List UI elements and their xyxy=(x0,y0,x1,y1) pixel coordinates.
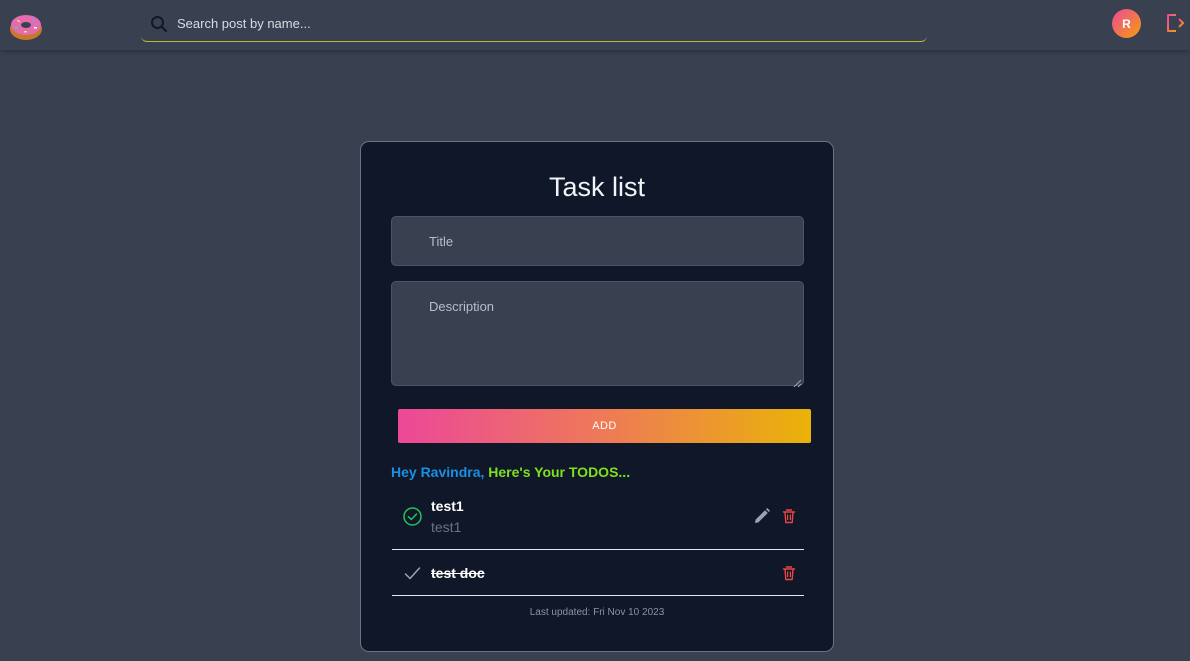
resize-grip-icon[interactable] xyxy=(793,375,802,388)
greeting: Hey Ravindra, Here's Your TODOS... xyxy=(391,464,630,480)
task-list-card: Task list ADD Hey Ravindra, Here's Your … xyxy=(360,141,834,652)
title-field[interactable] xyxy=(391,216,804,266)
check-icon[interactable] xyxy=(402,563,423,584)
greeting-name: Hey Ravindra, xyxy=(391,464,485,480)
top-navbar: R xyxy=(0,0,1190,50)
avatar[interactable]: R xyxy=(1112,9,1141,38)
search-icon xyxy=(150,15,168,33)
greeting-text: Here's Your TODOS... xyxy=(484,464,631,480)
description-field[interactable] xyxy=(391,281,804,386)
trash-icon[interactable] xyxy=(781,508,797,524)
todo-title: test doc xyxy=(431,565,485,581)
last-updated-text: Last updated: Fri Nov 10 2023 xyxy=(529,607,665,618)
pencil-icon[interactable] xyxy=(753,507,771,525)
trash-icon[interactable] xyxy=(781,565,797,581)
search-input[interactable] xyxy=(177,13,877,33)
add-button[interactable]: ADD xyxy=(398,409,811,443)
todo-item: test doc xyxy=(392,552,804,596)
todo-title: test1 xyxy=(431,498,464,514)
page-title: Task list xyxy=(548,172,646,202)
donut-icon[interactable] xyxy=(9,11,43,41)
check-circle-icon[interactable] xyxy=(402,506,423,527)
todo-item: test1 test1 xyxy=(392,492,804,550)
todo-description: test1 xyxy=(431,519,462,535)
search-bar xyxy=(141,7,927,42)
logout-icon[interactable] xyxy=(1164,12,1186,34)
